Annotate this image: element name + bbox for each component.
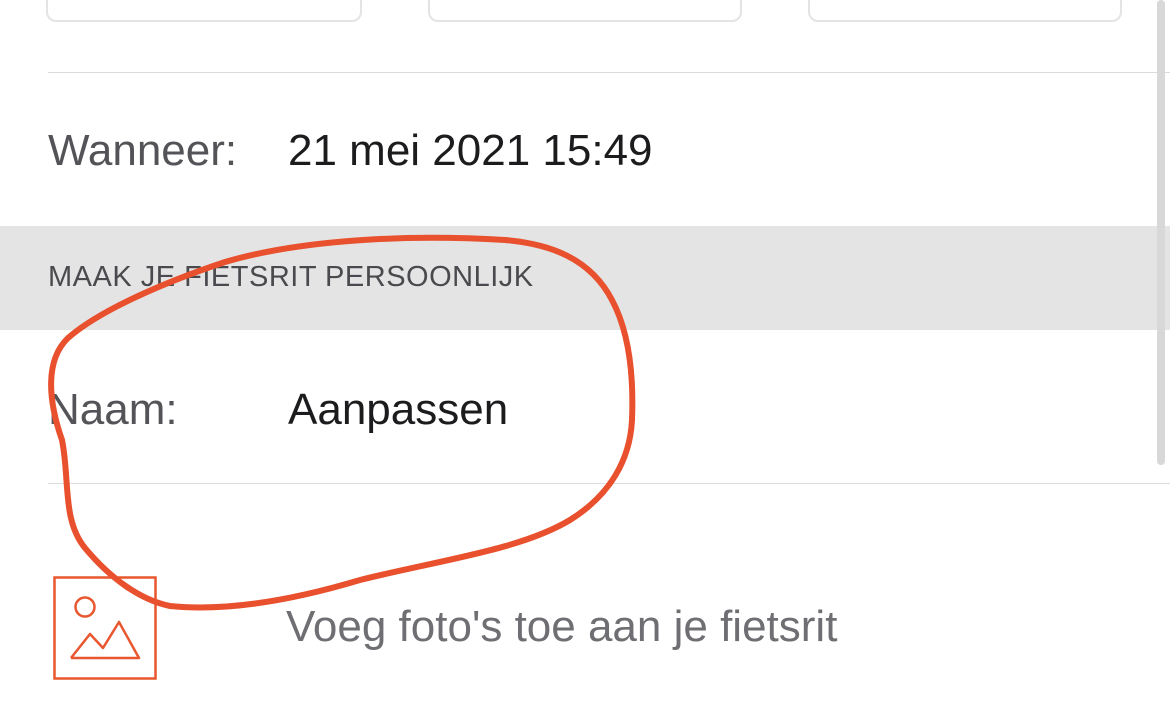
add-photos-link[interactable]: Voeg foto's toe aan je fietsrit [286, 605, 837, 649]
section-title: MAAK JE FIETSRIT PERSOONLIJK [48, 261, 534, 293]
top-card-2[interactable] [428, 0, 742, 22]
divider [48, 72, 1170, 73]
ride-details-page: Wanneer: 21 mei 2021 15:49 MAAK JE FIETS… [0, 0, 1170, 727]
top-card-1[interactable] [46, 0, 362, 22]
edit-name-link[interactable]: Aanpassen [288, 388, 508, 432]
scrollbar[interactable] [1157, 0, 1165, 465]
when-label: Wanneer: [48, 126, 238, 175]
name-label: Naam: [48, 385, 178, 434]
top-card-3[interactable] [808, 0, 1122, 22]
when-value: 21 mei 2021 15:49 [288, 126, 653, 175]
image-icon[interactable] [53, 576, 157, 680]
divider [48, 483, 1170, 484]
